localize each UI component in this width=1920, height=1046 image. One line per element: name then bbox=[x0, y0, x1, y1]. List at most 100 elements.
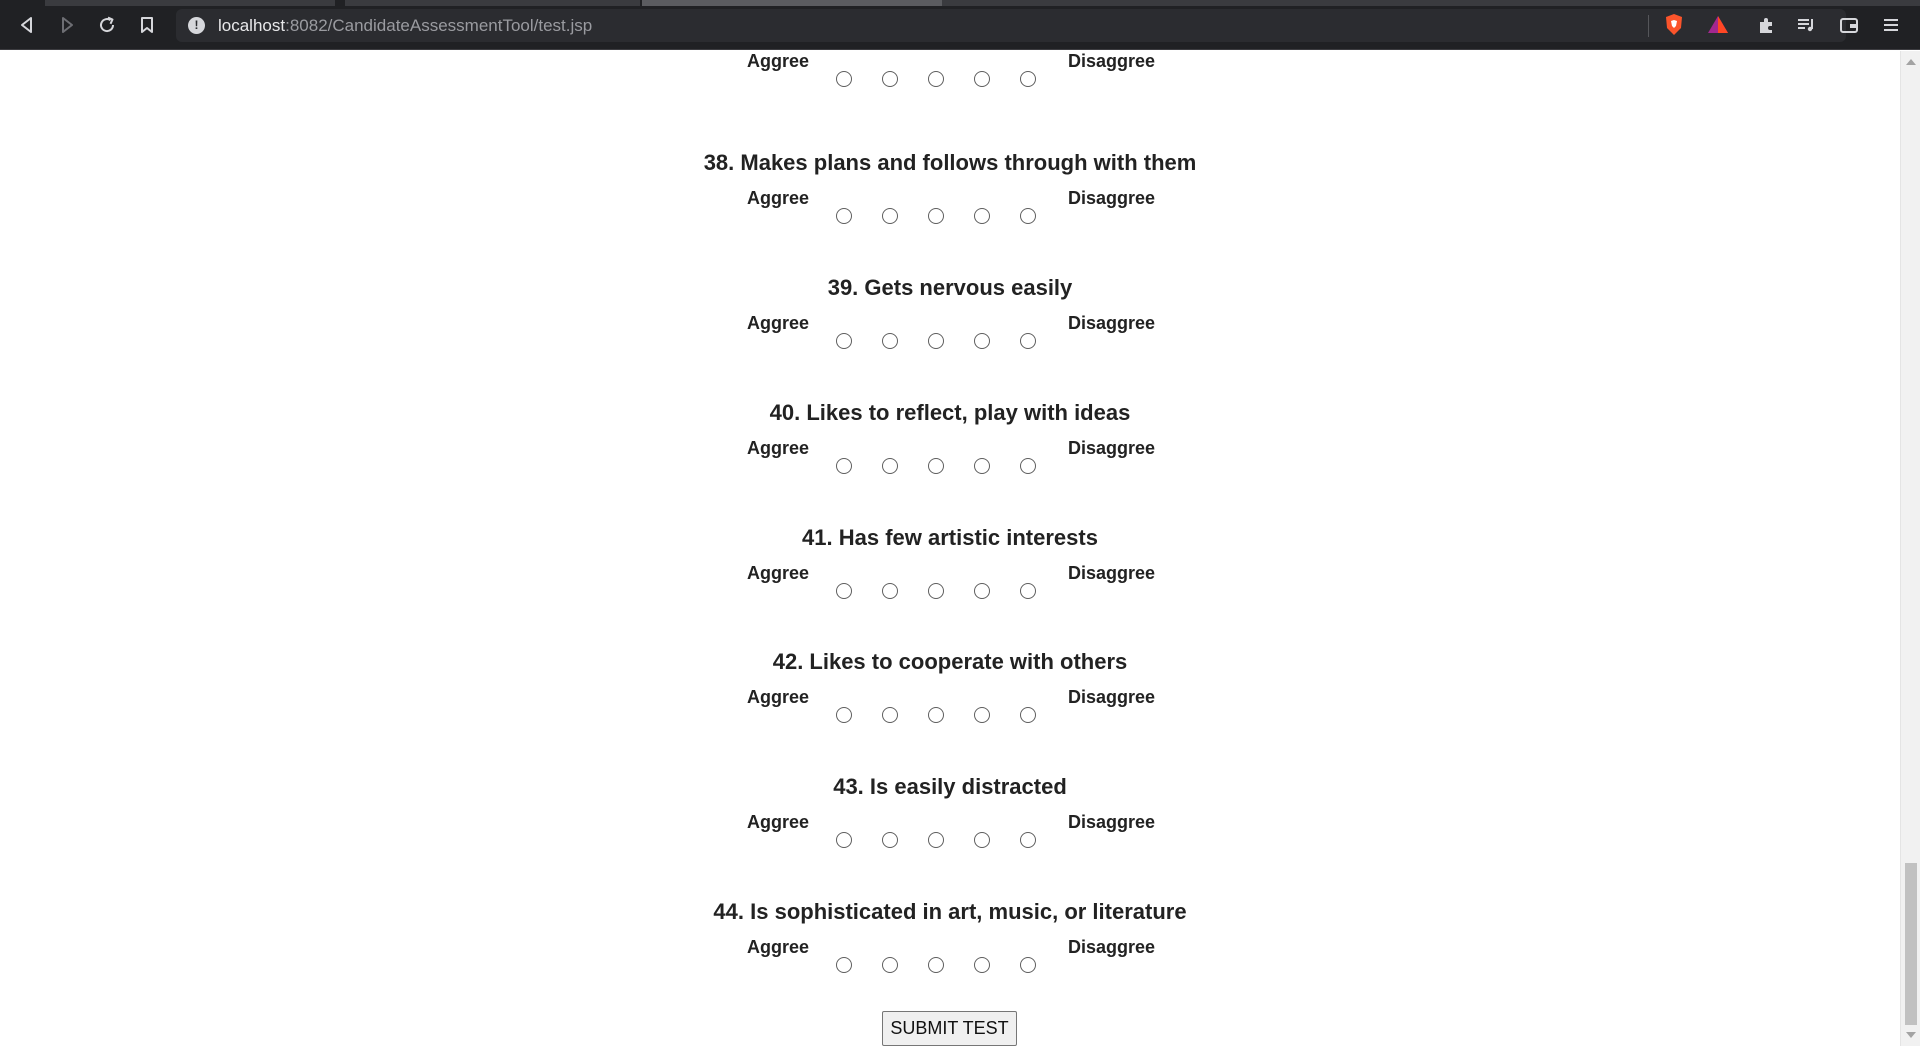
radio-option-5[interactable] bbox=[1020, 832, 1036, 848]
disagree-label: Disaggree bbox=[1068, 51, 1156, 71]
back-icon[interactable] bbox=[13, 11, 41, 39]
test-page: Aggree Disaggree 38. Makes plans and fol… bbox=[0, 51, 1900, 1046]
radio-option-1[interactable] bbox=[836, 957, 852, 973]
question-38: 38. Makes plans and follows through with… bbox=[0, 150, 1900, 275]
question-39: 39. Gets nervous easily Aggree Disaggree bbox=[0, 275, 1900, 400]
question-title: 43. Is easily distracted bbox=[833, 774, 1067, 799]
question-title: 39. Gets nervous easily bbox=[827, 275, 1073, 300]
answer-scale: Aggree Disaggree bbox=[0, 438, 1900, 488]
question-title: 44. Is sophisticated in art, music, or l… bbox=[713, 899, 1187, 924]
answer-scale: Aggree Disaggree bbox=[0, 51, 1900, 101]
radio-option-3[interactable] bbox=[928, 957, 944, 973]
radio-option-2[interactable] bbox=[882, 333, 898, 349]
browser-toolbar: ! localhost:8082/CandidateAssessmentTool… bbox=[0, 0, 1920, 50]
radio-option-4[interactable] bbox=[974, 583, 990, 599]
hamburger-menu-icon[interactable] bbox=[1878, 12, 1904, 38]
wallet-icon[interactable] bbox=[1836, 12, 1862, 38]
radio-option-5[interactable] bbox=[1020, 71, 1036, 87]
radio-option-1[interactable] bbox=[836, 707, 852, 723]
radio-option-2[interactable] bbox=[882, 832, 898, 848]
agree-label: Aggree bbox=[747, 812, 810, 832]
radio-option-5[interactable] bbox=[1020, 957, 1036, 973]
question-42: 42. Likes to cooperate with others Aggre… bbox=[0, 649, 1900, 774]
address-bar-divider bbox=[1648, 15, 1649, 37]
tab-strip-segment[interactable] bbox=[942, 0, 1920, 6]
brave-shield-icon[interactable] bbox=[1662, 13, 1686, 37]
disagree-label: Disaggree bbox=[1068, 438, 1156, 458]
radio-option-3[interactable] bbox=[928, 208, 944, 224]
question-41: 41. Has few artistic interests Aggree Di… bbox=[0, 525, 1900, 650]
radio-option-4[interactable] bbox=[974, 71, 990, 87]
tab-strip-segment[interactable] bbox=[45, 0, 335, 6]
radio-option-2[interactable] bbox=[882, 957, 898, 973]
puzzle-icon[interactable] bbox=[1754, 12, 1780, 38]
answer-scale: Aggree Disaggree bbox=[0, 188, 1900, 238]
answer-scale: Aggree Disaggree bbox=[0, 563, 1900, 613]
radio-option-2[interactable] bbox=[882, 71, 898, 87]
brave-rewards-icon[interactable] bbox=[1706, 13, 1730, 37]
url-path: :8082/CandidateAssessmentTool/test.jsp bbox=[285, 16, 593, 35]
agree-label: Aggree bbox=[747, 51, 810, 71]
scroll-down-arrow-icon[interactable] bbox=[1906, 1032, 1916, 1038]
radio-option-3[interactable] bbox=[928, 583, 944, 599]
radio-option-3[interactable] bbox=[928, 333, 944, 349]
radio-option-5[interactable] bbox=[1020, 208, 1036, 224]
scrollbar-thumb[interactable] bbox=[1905, 863, 1917, 1025]
radio-option-5[interactable] bbox=[1020, 333, 1036, 349]
radio-option-1[interactable] bbox=[836, 208, 852, 224]
answer-scale: Aggree Disaggree bbox=[0, 812, 1900, 862]
radio-option-2[interactable] bbox=[882, 458, 898, 474]
radio-option-1[interactable] bbox=[836, 71, 852, 87]
tab-strip-segment[interactable] bbox=[345, 0, 640, 6]
playlist-icon[interactable] bbox=[1793, 12, 1819, 38]
question-title: 42. Likes to cooperate with others bbox=[772, 649, 1128, 674]
radio-option-3[interactable] bbox=[928, 832, 944, 848]
question-37-partial: Aggree Disaggree bbox=[0, 51, 1900, 138]
radio-option-4[interactable] bbox=[974, 333, 990, 349]
agree-label: Aggree bbox=[747, 438, 810, 458]
bookmark-icon[interactable] bbox=[133, 11, 161, 39]
agree-label: Aggree bbox=[747, 937, 810, 957]
submit-test-button[interactable]: SUBMIT TEST bbox=[882, 1011, 1017, 1046]
radio-option-4[interactable] bbox=[974, 832, 990, 848]
disagree-label: Disaggree bbox=[1068, 313, 1156, 333]
radio-option-3[interactable] bbox=[928, 458, 944, 474]
forward-icon[interactable] bbox=[53, 11, 81, 39]
radio-option-2[interactable] bbox=[882, 707, 898, 723]
disagree-label: Disaggree bbox=[1068, 812, 1156, 832]
url-text[interactable]: localhost:8082/CandidateAssessmentTool/t… bbox=[218, 16, 592, 36]
question-44: 44. Is sophisticated in art, music, or l… bbox=[0, 899, 1900, 1024]
answer-scale: Aggree Disaggree bbox=[0, 937, 1900, 987]
radio-option-1[interactable] bbox=[836, 832, 852, 848]
address-bar[interactable]: ! localhost:8082/CandidateAssessmentTool… bbox=[176, 9, 1846, 42]
question-40: 40. Likes to reflect, play with ideas Ag… bbox=[0, 400, 1900, 525]
question-title: 38. Makes plans and follows through with… bbox=[703, 150, 1197, 175]
disagree-label: Disaggree bbox=[1068, 188, 1156, 208]
radio-option-4[interactable] bbox=[974, 957, 990, 973]
disagree-label: Disaggree bbox=[1068, 563, 1156, 583]
disagree-label: Disaggree bbox=[1068, 687, 1156, 707]
reload-icon[interactable] bbox=[93, 11, 121, 39]
info-icon[interactable]: ! bbox=[188, 17, 205, 34]
question-title: 40. Likes to reflect, play with ideas bbox=[769, 400, 1131, 425]
radio-option-4[interactable] bbox=[974, 458, 990, 474]
radio-option-4[interactable] bbox=[974, 208, 990, 224]
tab-strip-segment-active[interactable] bbox=[642, 0, 942, 6]
radio-option-2[interactable] bbox=[882, 583, 898, 599]
radio-option-5[interactable] bbox=[1020, 707, 1036, 723]
agree-label: Aggree bbox=[747, 313, 810, 333]
radio-option-1[interactable] bbox=[836, 333, 852, 349]
radio-option-2[interactable] bbox=[882, 208, 898, 224]
radio-option-4[interactable] bbox=[974, 707, 990, 723]
radio-option-1[interactable] bbox=[836, 583, 852, 599]
answer-scale: Aggree Disaggree bbox=[0, 687, 1900, 737]
page-scrollbar[interactable] bbox=[1900, 51, 1920, 1046]
radio-option-3[interactable] bbox=[928, 71, 944, 87]
disagree-label: Disaggree bbox=[1068, 937, 1156, 957]
radio-option-5[interactable] bbox=[1020, 458, 1036, 474]
scroll-up-arrow-icon[interactable] bbox=[1906, 59, 1916, 65]
radio-option-1[interactable] bbox=[836, 458, 852, 474]
agree-label: Aggree bbox=[747, 687, 810, 707]
radio-option-3[interactable] bbox=[928, 707, 944, 723]
radio-option-5[interactable] bbox=[1020, 583, 1036, 599]
